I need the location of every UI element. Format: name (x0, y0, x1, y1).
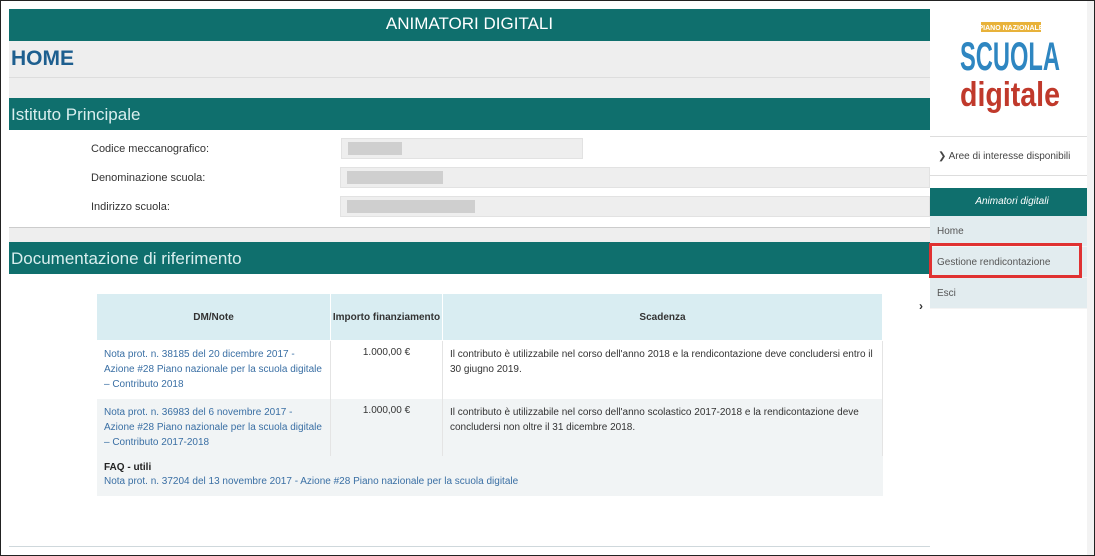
codice-label: Codice meccanografico: (91, 142, 210, 155)
window-frame: ANIMATORI DIGITALI HOME Istituto Princip… (0, 0, 1095, 556)
documentazione-section-heading: Documentazione di riferimento (9, 242, 930, 274)
aree-interesse-link[interactable]: ❯ Aree di interesse disponibili (930, 136, 1094, 176)
chevron-right-icon: ❯ (938, 151, 947, 162)
indirizzo-value-field (340, 196, 930, 217)
col-header-dm-note: DM/Note (97, 294, 331, 341)
spacer (9, 228, 930, 242)
page-title-bar: HOME (9, 41, 930, 78)
denominazione-label: Denominazione scuola: (91, 171, 206, 184)
logo-word-digitale: digitale (960, 76, 1060, 114)
spacer (9, 78, 930, 98)
documentazione-table: DM/Note Importo finanziamento Scadenza N… (97, 294, 883, 456)
denominazione-value-field (340, 167, 930, 188)
col-header-scadenza: Scadenza (442, 294, 883, 341)
divider (9, 546, 930, 547)
info-row-indirizzo: Indirizzo scuola: (9, 192, 930, 221)
faq-box: FAQ - utili Nota prot. n. 37204 del 13 n… (97, 456, 883, 496)
table-row: Nota prot. n. 36983 del 6 novembre 2017 … (97, 398, 883, 456)
logo-top-text: PIANO NAZIONALE (979, 25, 1044, 32)
scuola-digitale-logo: PIANO NAZIONALE SCUOLA digitale (955, 18, 1066, 118)
highlight-annotation (929, 243, 1082, 278)
logo-graphic: PIANO NAZIONALE SCUOLA digitale (955, 18, 1066, 118)
istituto-section-heading: Istituto Principale (9, 98, 930, 130)
redacted-value (347, 171, 444, 184)
table-row: Nota prot. n. 38185 del 20 dicembre 2017… (97, 340, 883, 399)
info-row-codice: Codice meccanografico: (9, 134, 930, 163)
faq-link[interactable]: Nota prot. n. 37204 del 13 novembre 2017… (104, 476, 876, 487)
menu-item-esci[interactable]: Esci (930, 278, 1094, 309)
info-row-denominazione: Denominazione scuola: (9, 163, 930, 192)
istituto-info: Codice meccanografico: Denominazione scu… (9, 130, 930, 228)
importo-value: 1.000,00 € (330, 398, 443, 456)
codice-value-field (341, 138, 583, 159)
table-header-row: DM/Note Importo finanziamento Scadenza (97, 294, 883, 341)
main-content: ANIMATORI DIGITALI HOME Istituto Princip… (9, 9, 930, 555)
redacted-value (347, 200, 476, 213)
importo-value: 1.000,00 € (330, 340, 443, 399)
istituto-heading-text: Istituto Principale (11, 105, 141, 124)
faq-title: FAQ - utili (104, 462, 152, 473)
redacted-value (348, 142, 402, 155)
scadenza-text: Il contributo è utilizzabile nel corso d… (442, 398, 883, 456)
logo-word-scuola: SCUOLA (960, 35, 1060, 79)
page-title: HOME (11, 47, 74, 70)
documentazione-content: DM/Note Importo finanziamento Scadenza N… (9, 274, 930, 496)
menu-heading: Animatori digitali (930, 188, 1094, 216)
scrollbar[interactable] (1087, 1, 1094, 555)
sidebar: PIANO NAZIONALE SCUOLA digitale ❯ Aree d… (930, 1, 1094, 555)
note-link[interactable]: Nota prot. n. 36983 del 6 novembre 2017 … (97, 398, 331, 456)
aree-interesse-label: Aree di interesse disponibili (948, 151, 1071, 162)
indirizzo-label: Indirizzo scuola: (91, 200, 170, 213)
app-title: ANIMATORI DIGITALI (385, 14, 554, 33)
app-title-bar: ANIMATORI DIGITALI (9, 9, 930, 41)
documentazione-heading-text: Documentazione di riferimento (11, 249, 242, 268)
scadenza-text: Il contributo è utilizzabile nel corso d… (442, 340, 883, 399)
note-link[interactable]: Nota prot. n. 38185 del 20 dicembre 2017… (97, 340, 331, 399)
col-header-importo: Importo finanziamento (330, 294, 443, 341)
